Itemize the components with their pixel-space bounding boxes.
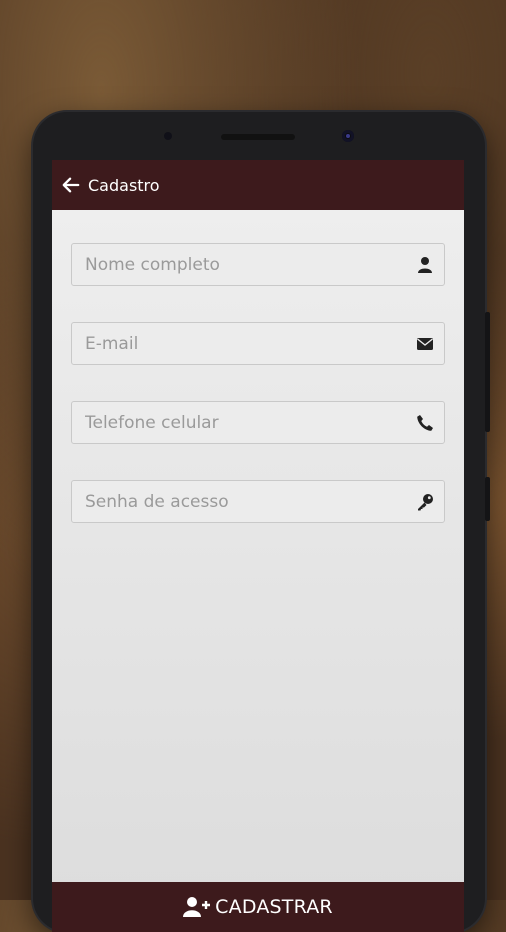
name-input[interactable] [72, 244, 444, 285]
user-plus-icon [183, 897, 211, 917]
earpiece-speaker [221, 134, 295, 140]
front-camera [342, 130, 354, 142]
password-input[interactable] [72, 481, 444, 522]
volume-button [485, 312, 490, 432]
register-button-label: CADASTRAR [215, 896, 333, 918]
signup-form [52, 210, 464, 523]
app-screen: Cadastro Nome completo E-mail Telefone c… [52, 160, 464, 932]
register-button[interactable]: CADASTRAR [52, 882, 464, 932]
user-icon [418, 257, 432, 273]
power-button [485, 477, 490, 521]
password-field [71, 480, 445, 523]
phone-frame: Cadastro Nome completo E-mail Telefone c… [33, 112, 490, 932]
email-field [71, 322, 445, 365]
key-icon [418, 494, 433, 511]
phone-icon [417, 415, 433, 431]
app-bar: Cadastro [52, 160, 464, 210]
arrow-left-icon [62, 177, 80, 193]
back-button[interactable]: Cadastro [62, 176, 160, 195]
phone-field [71, 401, 445, 444]
envelope-icon [417, 338, 433, 350]
email-input[interactable] [72, 323, 444, 364]
sensor [164, 132, 172, 140]
page-title: Cadastro [88, 175, 160, 195]
phone-input[interactable] [72, 402, 444, 443]
name-field [71, 243, 445, 286]
